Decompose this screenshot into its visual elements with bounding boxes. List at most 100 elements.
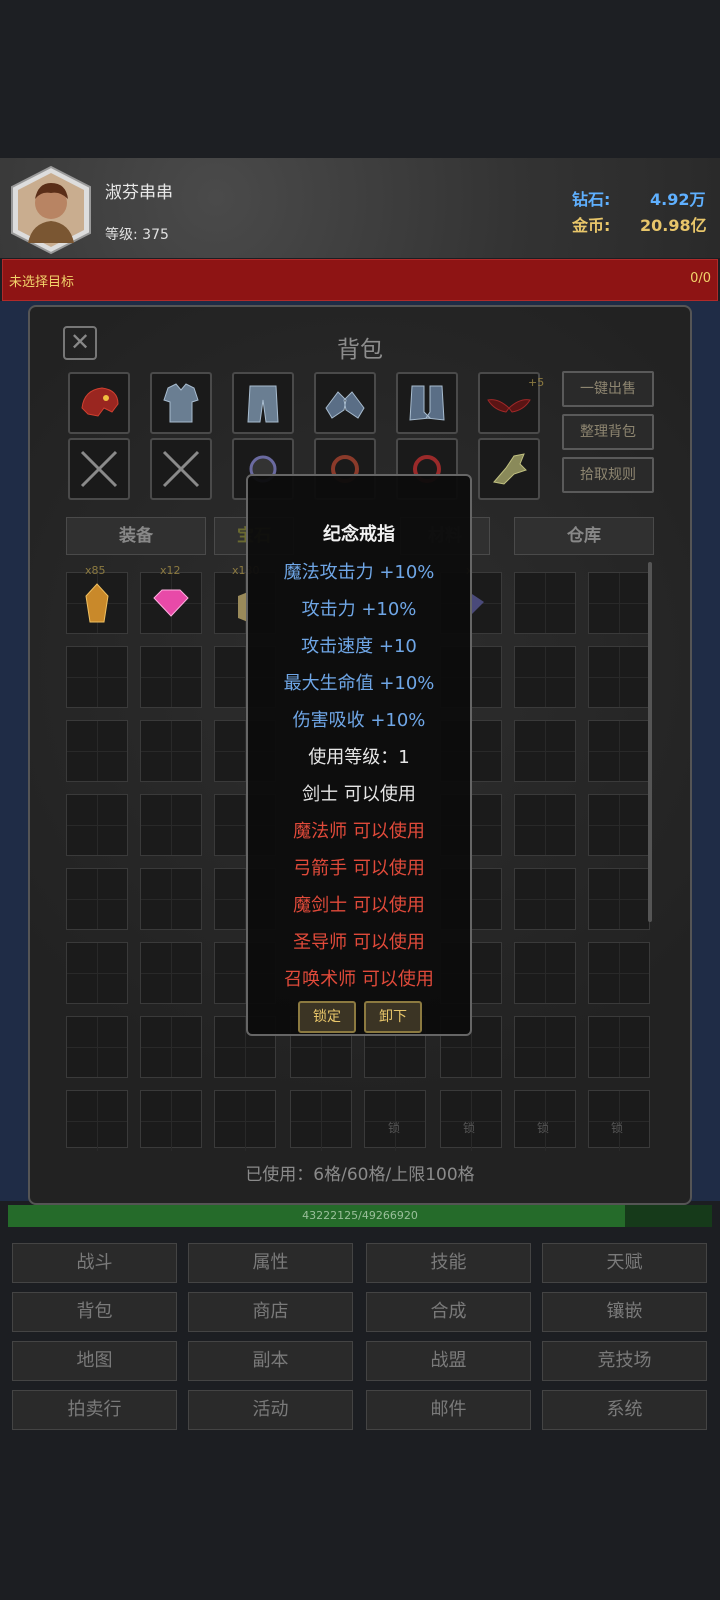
target-bar: 未选择目标 0/0 xyxy=(2,259,718,301)
tab-equipment[interactable]: 装备 xyxy=(66,517,206,555)
sort-bag-button[interactable]: 整理背包 xyxy=(562,414,654,450)
inventory-slot[interactable] xyxy=(514,942,576,1004)
nav-mail[interactable]: 邮件 xyxy=(366,1390,531,1430)
target-count: 0/0 xyxy=(690,271,711,286)
inventory-slot[interactable] xyxy=(140,646,202,708)
equip-slot-boots[interactable] xyxy=(396,372,458,434)
tooltip-class-allowed: 剑士 可以使用 xyxy=(302,784,416,805)
inventory-slot[interactable] xyxy=(66,646,128,708)
inventory-slot[interactable] xyxy=(514,794,576,856)
bottom-dark-area xyxy=(0,1440,720,1600)
tooltip-level-req: 使用等级：1 xyxy=(308,747,410,768)
nav-auction[interactable]: 拍卖行 xyxy=(12,1390,177,1430)
diamond-value: 4.92万 xyxy=(650,190,706,209)
nav-arena[interactable]: 竞技场 xyxy=(542,1341,707,1381)
lock-label: 锁 xyxy=(463,1121,476,1135)
pet-dragon-icon xyxy=(493,453,527,485)
equip-slot-armor[interactable] xyxy=(150,372,212,434)
equip-slot-weapon-right[interactable] xyxy=(150,438,212,500)
dark-gem-icon xyxy=(472,594,484,614)
wings-upgrade-badge: +5 xyxy=(528,376,545,389)
inventory-slot[interactable] xyxy=(214,1090,276,1151)
amber-gem-icon xyxy=(85,583,109,623)
inventory-slot[interactable] xyxy=(66,1090,128,1151)
player-name: 淑芬串串 xyxy=(105,183,173,203)
inventory-slot[interactable] xyxy=(140,1016,202,1078)
nav-craft[interactable]: 合成 xyxy=(366,1292,531,1332)
nav-system[interactable]: 系统 xyxy=(542,1390,707,1430)
inventory-slot[interactable] xyxy=(514,1016,576,1078)
inventory-slot[interactable] xyxy=(140,868,202,930)
tooltip-class-disallowed: 魔剑士 可以使用 xyxy=(293,895,425,916)
tooltip-class-disallowed: 圣导师 可以使用 xyxy=(293,932,425,953)
inventory-slot[interactable] xyxy=(66,942,128,1004)
equip-slot-weapon-left[interactable] xyxy=(68,438,130,500)
nav-dungeon[interactable]: 副本 xyxy=(188,1341,353,1381)
inventory-slot[interactable] xyxy=(140,1090,202,1151)
tooltip-class-disallowed: 魔法师 可以使用 xyxy=(293,821,425,842)
inventory-slot[interactable] xyxy=(140,720,202,782)
inventory-slot[interactable] xyxy=(588,572,650,634)
nav-attributes[interactable]: 属性 xyxy=(188,1243,353,1283)
target-label: 未选择目标 xyxy=(9,275,75,290)
inventory-slot[interactable] xyxy=(514,868,576,930)
pants-icon xyxy=(247,385,279,423)
tab-warehouse[interactable]: 仓库 xyxy=(514,517,654,555)
nav-map[interactable]: 地图 xyxy=(12,1341,177,1381)
nav-guild[interactable]: 战盟 xyxy=(366,1341,531,1381)
item-count: x12 xyxy=(160,564,181,577)
inventory-slot[interactable] xyxy=(514,720,576,782)
nav-battle[interactable]: 战斗 xyxy=(12,1243,177,1283)
inventory-slot[interactable] xyxy=(66,794,128,856)
boots-icon xyxy=(409,385,445,421)
gold-label: 金币: xyxy=(572,216,611,235)
lock-label: 锁 xyxy=(537,1121,550,1135)
item-count: x85 xyxy=(85,564,106,577)
inventory-slot[interactable] xyxy=(66,868,128,930)
nav-talents[interactable]: 天赋 xyxy=(542,1243,707,1283)
player-level: 等级: 375 xyxy=(105,227,169,243)
unequip-button[interactable]: 卸下 xyxy=(364,1001,422,1033)
inventory-slot[interactable] xyxy=(140,942,202,1004)
bag-title: 背包 xyxy=(337,337,383,363)
nav-shop[interactable]: 商店 xyxy=(188,1292,353,1332)
inventory-slot[interactable] xyxy=(66,1016,128,1078)
inventory-slot[interactable] xyxy=(140,794,202,856)
player-avatar[interactable] xyxy=(8,165,94,255)
inventory-slot[interactable] xyxy=(588,646,650,708)
inventory-slot[interactable] xyxy=(290,1090,352,1151)
equip-slot-helmet[interactable] xyxy=(68,372,130,434)
tooltip-stat: 攻击速度 +10 xyxy=(301,636,417,657)
pickup-rules-button[interactable]: 拾取规则 xyxy=(562,457,654,493)
tooltip-stat: 魔法攻击力 +10% xyxy=(283,562,435,583)
tooltip-stat: 最大生命值 +10% xyxy=(283,673,435,694)
nav-events[interactable]: 活动 xyxy=(188,1390,353,1430)
inventory-slot[interactable] xyxy=(588,720,650,782)
inventory-scrollbar[interactable] xyxy=(648,562,652,922)
tooltip-class-disallowed: 弓箭手 可以使用 xyxy=(293,858,425,879)
sell-all-button[interactable]: 一键出售 xyxy=(562,371,654,407)
xp-text: 43222125/49266920 xyxy=(302,1209,418,1222)
inventory-slot[interactable] xyxy=(66,720,128,782)
equip-slot-pet[interactable] xyxy=(478,438,540,500)
close-icon[interactable]: ✕ xyxy=(63,326,97,360)
inventory-slot[interactable] xyxy=(588,1016,650,1078)
diamond-label: 钻石: xyxy=(572,190,611,209)
tooltip-stat: 伤害吸收 +10% xyxy=(292,710,426,731)
dragon-helmet-icon xyxy=(81,387,119,417)
inventory-slot[interactable] xyxy=(588,868,650,930)
inventory-slot[interactable] xyxy=(514,572,576,634)
inventory-slot[interactable] xyxy=(588,794,650,856)
nav-bag[interactable]: 背包 xyxy=(12,1292,177,1332)
lock-label: 锁 xyxy=(388,1121,401,1135)
bag-usage: 已使用：6格/60格/上限100格 xyxy=(245,1165,475,1185)
xp-bar: 43222125/49266920 xyxy=(8,1205,712,1227)
nav-skills[interactable]: 技能 xyxy=(366,1243,531,1283)
inventory-slot[interactable] xyxy=(514,646,576,708)
inventory-slot[interactable] xyxy=(588,942,650,1004)
crossed-swords-icon xyxy=(162,450,200,488)
equip-slot-pants[interactable] xyxy=(232,372,294,434)
lock-item-button[interactable]: 锁定 xyxy=(298,1001,356,1033)
nav-inlay[interactable]: 镶嵌 xyxy=(542,1292,707,1332)
equip-slot-gloves[interactable] xyxy=(314,372,376,434)
